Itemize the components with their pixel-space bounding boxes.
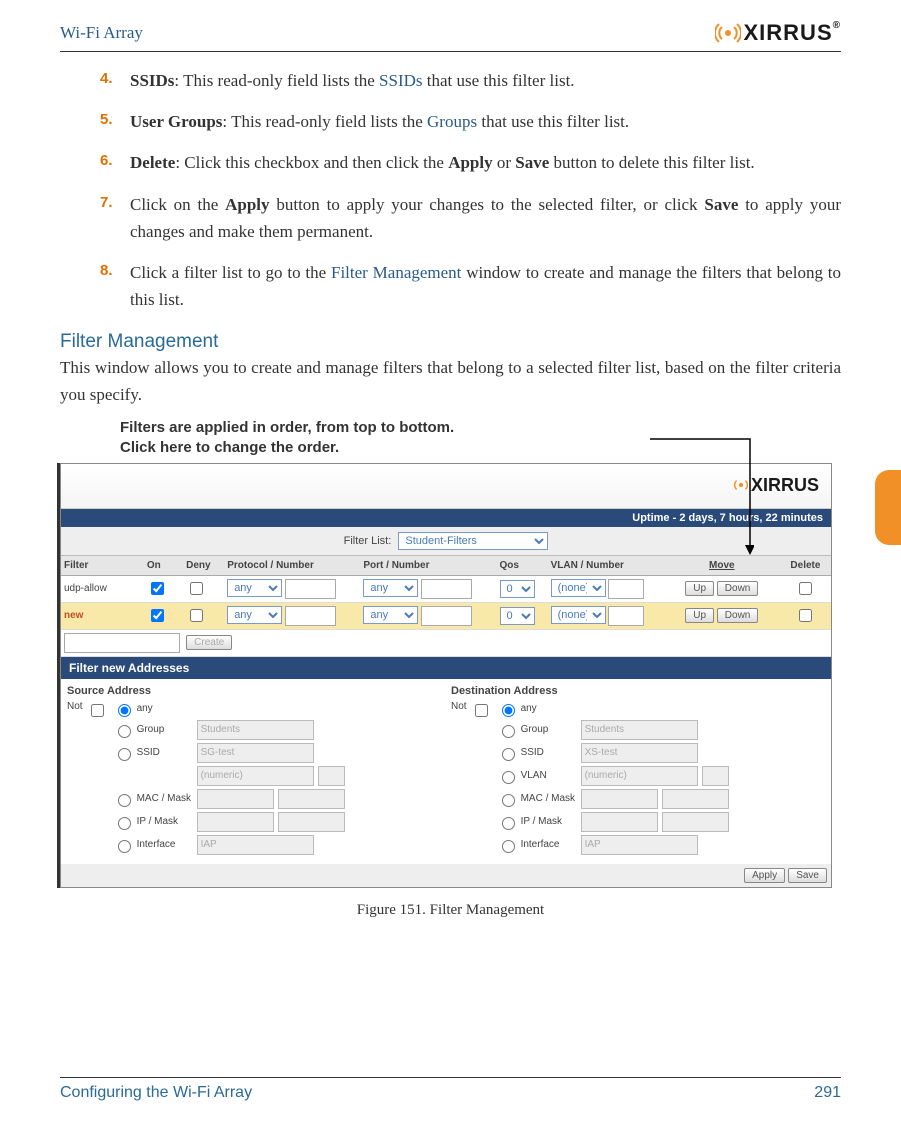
table-row: new any any 0 (none) Up Down [61, 602, 831, 629]
uptime-bar: Uptime - 2 days, 7 hours, 22 minutes [61, 509, 831, 527]
dst-mac-radio[interactable] [502, 794, 515, 807]
dst-ssid-radio[interactable] [502, 748, 515, 761]
port-select[interactable]: any [363, 579, 418, 597]
dst-ip-radio[interactable] [502, 817, 515, 830]
side-tab [875, 470, 901, 545]
filter-list-label: Filter List: [344, 535, 392, 547]
table-row: udp-allow any any 0 (none) Up Down [61, 575, 831, 602]
section-paragraph: This window allows you to create and man… [60, 355, 841, 408]
delete-checkbox[interactable] [799, 582, 812, 595]
dst-vlan-radio[interactable] [502, 771, 515, 784]
protocol-number-input[interactable] [285, 579, 336, 599]
new-filter-input[interactable] [64, 633, 180, 653]
dst-vlan-input[interactable] [581, 766, 698, 786]
dst-interface-radio[interactable] [502, 840, 515, 853]
protocol-select[interactable]: any [227, 606, 282, 624]
src-interface-select[interactable] [197, 835, 314, 855]
item-text-8: Click a filter list to go to the Filter … [130, 259, 841, 313]
item-text-6: Delete: Click this checkbox and then cli… [130, 149, 841, 176]
figure-annotation: Filters are applied in order, from top t… [120, 418, 841, 459]
move-up-button[interactable]: Up [685, 581, 714, 596]
item-number-6: 6. [100, 149, 130, 176]
src-group-select[interactable] [197, 720, 314, 740]
port-select[interactable]: any [363, 606, 418, 624]
src-not-checkbox[interactable] [91, 704, 104, 717]
col-vlan: VLAN / Number [548, 556, 664, 576]
col-qos: Qos [497, 556, 548, 576]
destination-address-title: Destination Address [451, 685, 825, 697]
item-number-8: 8. [100, 259, 130, 313]
item-number-5: 5. [100, 108, 130, 135]
col-delete: Delete [780, 556, 831, 576]
item-text-4: SSIDs: This read-only field lists the SS… [130, 67, 841, 94]
dst-interface-select[interactable] [581, 835, 698, 855]
col-filter: Filter [61, 556, 144, 576]
footer-section: Configuring the Wi-Fi Array [60, 1084, 252, 1102]
filter-list-select[interactable]: Student-Filters [398, 532, 548, 550]
screenshot-logo: XIRRUS [731, 475, 819, 496]
src-not-label: Not [67, 701, 83, 712]
src-interface-radio[interactable] [118, 840, 131, 853]
port-number-input[interactable] [421, 606, 472, 626]
section-heading: Filter Management [60, 331, 841, 353]
qos-select[interactable]: 0 [500, 580, 535, 598]
item-text-5: User Groups: This read-only field lists … [130, 108, 841, 135]
src-ssid-radio[interactable] [118, 748, 131, 761]
move-up-button[interactable]: Up [685, 608, 714, 623]
vlan-select[interactable]: (none) [551, 606, 606, 624]
dst-group-select[interactable] [581, 720, 698, 740]
delete-checkbox[interactable] [799, 609, 812, 622]
page-number: 291 [814, 1084, 841, 1102]
port-number-input[interactable] [421, 579, 472, 599]
col-port: Port / Number [360, 556, 496, 576]
col-on: On [144, 556, 183, 576]
move-down-button[interactable]: Down [717, 608, 759, 623]
addresses-section-bar: Filter new Addresses [61, 657, 831, 679]
src-any-radio[interactable] [118, 704, 131, 717]
page-header-title: Wi-Fi Array [60, 23, 143, 43]
protocol-select[interactable]: any [227, 579, 282, 597]
qos-select[interactable]: 0 [500, 607, 535, 625]
dst-any-radio[interactable] [502, 704, 515, 717]
src-ip-radio[interactable] [118, 817, 131, 830]
vlan-select[interactable]: (none) [551, 579, 606, 597]
protocol-number-input[interactable] [285, 606, 336, 626]
src-ssid-select[interactable] [197, 743, 314, 763]
source-address-title: Source Address [67, 685, 441, 697]
col-move: Move [664, 556, 780, 576]
screenshot-figure: XIRRUS Uptime - 2 days, 7 hours, 22 minu… [60, 463, 832, 888]
move-down-button[interactable]: Down [717, 581, 759, 596]
brand-logo: XIRRUS® [715, 20, 841, 46]
figure-caption: Figure 151. Filter Management [60, 902, 841, 919]
dst-not-checkbox[interactable] [475, 704, 488, 717]
on-checkbox[interactable] [151, 609, 164, 622]
deny-checkbox[interactable] [190, 609, 203, 622]
src-mac-radio[interactable] [118, 794, 131, 807]
vlan-number-input[interactable] [608, 606, 644, 626]
create-button[interactable]: Create [186, 635, 232, 650]
item-text-7: Click on the Apply button to apply your … [130, 191, 841, 245]
col-deny: Deny [183, 556, 224, 576]
dst-group-radio[interactable] [502, 725, 515, 738]
item-number-7: 7. [100, 191, 130, 245]
src-group-radio[interactable] [118, 725, 131, 738]
item-number-4: 4. [100, 67, 130, 94]
vlan-number-input[interactable] [608, 579, 644, 599]
dst-ssid-select[interactable] [581, 743, 698, 763]
save-button[interactable]: Save [788, 868, 827, 883]
dst-not-label: Not [451, 701, 467, 712]
on-checkbox[interactable] [151, 582, 164, 595]
src-numeric-input[interactable] [197, 766, 314, 786]
apply-button[interactable]: Apply [744, 868, 785, 883]
deny-checkbox[interactable] [190, 582, 203, 595]
col-protocol: Protocol / Number [224, 556, 360, 576]
